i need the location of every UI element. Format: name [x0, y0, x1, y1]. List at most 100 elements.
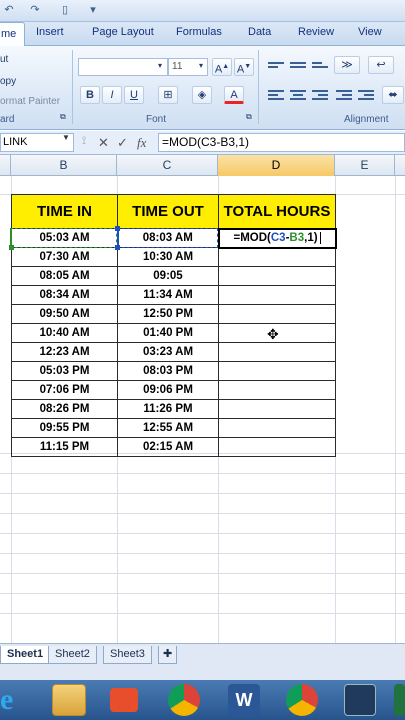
insert-sheet-icon[interactable]: ✚: [158, 646, 178, 664]
expand-icon[interactable]: ⟟: [82, 135, 86, 148]
cut-button[interactable]: ut: [0, 54, 8, 65]
font-size-dropdown-icon[interactable]: ▾: [199, 61, 203, 70]
total-hours-cell[interactable]: [218, 418, 336, 438]
clipboard-launcher-icon[interactable]: ⧉: [60, 112, 66, 122]
total-hours-cell-editing[interactable]: =MOD(C3-B3,1): [217, 227, 337, 249]
time-out-cell[interactable]: 03:23 AM: [117, 342, 219, 362]
time-out-cell[interactable]: 11:34 AM: [117, 285, 219, 305]
time-out-cell[interactable]: 10:30 AM: [117, 247, 219, 267]
decrease-indent-icon[interactable]: [336, 88, 352, 102]
align-right-icon[interactable]: [312, 88, 328, 102]
header-time-in[interactable]: TIME IN: [11, 194, 118, 229]
time-out-cell[interactable]: 01:40 PM: [117, 323, 219, 343]
worksheet-grid[interactable]: B C D E TIME IN TIME OUT TOTAL HOURS 05:…: [0, 155, 405, 643]
time-out-cell[interactable]: 12:55 AM: [117, 418, 219, 438]
align-center-icon[interactable]: [290, 88, 306, 102]
total-hours-cell[interactable]: [218, 361, 336, 381]
merge-center-icon[interactable]: ⬌: [382, 86, 404, 104]
column-header-c[interactable]: C: [117, 155, 218, 176]
time-in-cell[interactable]: 10:40 AM: [11, 323, 118, 343]
tab-view[interactable]: View: [358, 26, 382, 38]
time-in-cell[interactable]: 08:26 PM: [11, 399, 118, 419]
column-header-f[interactable]: [395, 155, 405, 176]
sheet-tab-sheet3[interactable]: Sheet3: [103, 646, 152, 664]
time-out-cell[interactable]: 09:05: [117, 266, 219, 286]
grow-font-icon[interactable]: A▲: [212, 58, 232, 76]
word-icon[interactable]: W: [228, 684, 260, 716]
tab-insert[interactable]: Insert: [36, 26, 64, 38]
wrap-text-icon[interactable]: ↩: [368, 56, 394, 74]
header-time-out[interactable]: TIME OUT: [117, 194, 219, 229]
time-out-cell[interactable]: 08:03 PM: [117, 361, 219, 381]
file-explorer-icon[interactable]: [52, 684, 86, 716]
time-in-cell[interactable]: 07:06 PM: [11, 380, 118, 400]
header-total-hours[interactable]: TOTAL HOURS: [218, 194, 336, 229]
total-hours-cell[interactable]: [218, 247, 336, 267]
column-header-e[interactable]: E: [335, 155, 395, 176]
column-header-d[interactable]: D: [218, 155, 335, 176]
align-bottom-icon[interactable]: [312, 60, 328, 74]
time-out-cell[interactable]: 09:06 PM: [117, 380, 219, 400]
time-in-cell[interactable]: 08:34 AM: [11, 285, 118, 305]
total-hours-cell[interactable]: [218, 285, 336, 305]
sheet-tab-sheet2[interactable]: Sheet2: [48, 646, 97, 664]
borders-icon[interactable]: ⊞: [158, 86, 178, 104]
enter-icon[interactable]: ✓: [117, 135, 128, 151]
italic-button[interactable]: I: [102, 86, 122, 104]
total-hours-cell[interactable]: [218, 304, 336, 324]
total-hours-cell[interactable]: [218, 342, 336, 362]
time-in-cell[interactable]: 05:03 PM: [11, 361, 118, 381]
tab-formulas[interactable]: Formulas: [176, 26, 222, 38]
formula-input[interactable]: =MOD(C3-B3,1): [158, 133, 405, 152]
redo-icon[interactable]: ↷: [28, 4, 42, 17]
customize-toolbar-icon[interactable]: ▾: [86, 4, 100, 17]
column-header-b[interactable]: B: [11, 155, 117, 176]
time-out-cell[interactable]: 12:50 PM: [117, 304, 219, 324]
internet-explorer-icon[interactable]: e: [0, 684, 24, 716]
tab-page-layout[interactable]: Page Layout: [92, 26, 154, 38]
excel-icon[interactable]: [394, 684, 405, 716]
font-launcher-icon[interactable]: ⧉: [246, 112, 252, 122]
fill-color-icon[interactable]: ◈: [192, 86, 212, 104]
time-out-cell[interactable]: 02:15 AM: [117, 437, 219, 457]
align-left-icon[interactable]: [268, 88, 284, 102]
font-color-icon[interactable]: A: [224, 86, 244, 104]
new-document-icon[interactable]: ▯: [58, 4, 72, 17]
font-name-select[interactable]: [78, 58, 168, 76]
chrome-icon[interactable]: [168, 684, 200, 716]
name-box-dropdown-icon[interactable]: ▼: [62, 133, 70, 142]
time-in-cell[interactable]: 11:15 PM: [11, 437, 118, 457]
format-painter-button[interactable]: ormat Painter: [0, 96, 60, 107]
total-hours-cell[interactable]: [218, 380, 336, 400]
app-icon[interactable]: [344, 684, 376, 716]
copy-button[interactable]: opy: [0, 76, 16, 87]
orientation-icon[interactable]: ≫: [334, 56, 360, 74]
align-middle-icon[interactable]: [290, 60, 306, 74]
column-header-a[interactable]: [0, 155, 11, 176]
tab-home[interactable]: me: [0, 22, 26, 47]
media-player-icon[interactable]: [110, 688, 138, 712]
time-in-cell[interactable]: 09:55 PM: [11, 418, 118, 438]
align-top-icon[interactable]: [268, 60, 284, 74]
time-in-cell[interactable]: 09:50 AM: [11, 304, 118, 324]
time-out-cell[interactable]: 11:26 PM: [117, 399, 219, 419]
bold-button[interactable]: B: [80, 86, 100, 104]
chrome-icon[interactable]: [286, 684, 318, 716]
total-hours-cell[interactable]: [218, 266, 336, 286]
insert-function-icon[interactable]: fx: [137, 135, 146, 151]
tab-review[interactable]: Review: [298, 26, 334, 38]
underline-button[interactable]: U: [124, 86, 144, 104]
time-out-cell[interactable]: 08:03 AM: [117, 228, 219, 248]
total-hours-cell[interactable]: [218, 437, 336, 457]
time-in-cell[interactable]: 08:05 AM: [11, 266, 118, 286]
total-hours-cell[interactable]: [218, 399, 336, 419]
increase-indent-icon[interactable]: [358, 88, 374, 102]
tab-data[interactable]: Data: [248, 26, 271, 38]
cancel-icon[interactable]: ✕: [98, 135, 109, 151]
font-name-dropdown-icon[interactable]: ▾: [158, 61, 162, 70]
undo-icon[interactable]: ↶: [2, 4, 16, 17]
time-in-cell[interactable]: 05:03 AM: [11, 228, 118, 248]
sheet-tab-sheet1[interactable]: Sheet1: [0, 646, 51, 664]
time-in-cell[interactable]: 12:23 AM: [11, 342, 118, 362]
time-in-cell[interactable]: 07:30 AM: [11, 247, 118, 267]
